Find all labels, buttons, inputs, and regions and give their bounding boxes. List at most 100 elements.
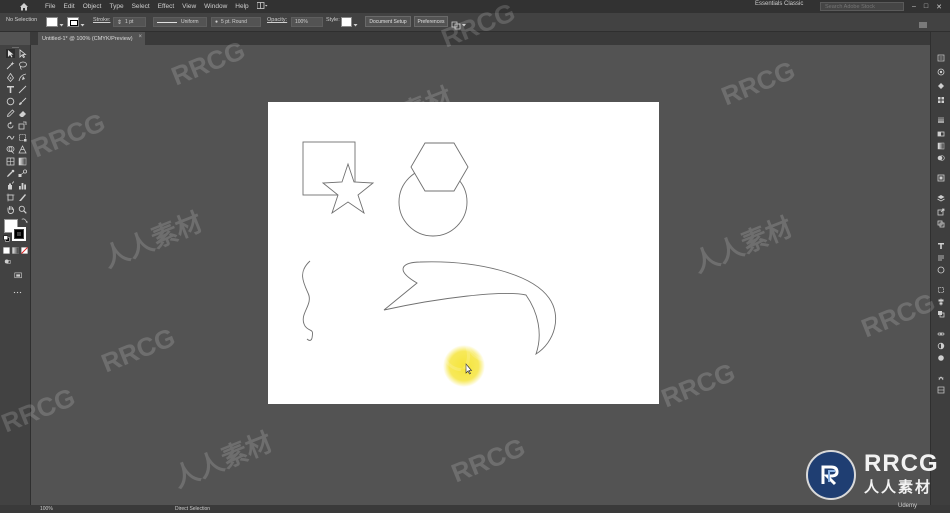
transform-panel-icon[interactable] bbox=[937, 286, 945, 294]
opacity-field[interactable]: 100% bbox=[291, 17, 323, 27]
panel-menu-icon[interactable] bbox=[918, 17, 928, 28]
document-setup-button[interactable]: Document Setup bbox=[365, 16, 411, 27]
stroke-weight-field[interactable]: ⇕ 1 pt bbox=[113, 17, 146, 27]
properties-panel-icon[interactable] bbox=[937, 54, 945, 62]
slice-tool-icon[interactable] bbox=[18, 193, 27, 202]
free-transform-tool-icon[interactable] bbox=[18, 133, 27, 142]
menu-select[interactable]: Select bbox=[132, 3, 150, 10]
color-guide-icon[interactable] bbox=[937, 82, 945, 90]
direct-selection-tool-icon[interactable] bbox=[18, 49, 27, 58]
blend-tool-icon[interactable] bbox=[18, 169, 27, 178]
variable-width-profile[interactable]: Uniform bbox=[153, 17, 207, 27]
menu-effect[interactable]: Effect bbox=[158, 3, 175, 10]
color-panel-icon[interactable] bbox=[937, 68, 945, 76]
line-segment-tool-icon[interactable] bbox=[18, 85, 27, 94]
draw-normal-icon[interactable] bbox=[4, 258, 11, 265]
menu-help[interactable]: Help bbox=[235, 3, 248, 10]
rrcg-logo-subtext: 人人素材 bbox=[864, 479, 933, 496]
swap-fill-stroke-icon[interactable] bbox=[21, 217, 28, 224]
edit-toolbar-icon[interactable] bbox=[11, 289, 23, 295]
ellipse-tool-icon[interactable] bbox=[6, 97, 15, 106]
current-tool-status[interactable]: Direct Selection bbox=[175, 505, 210, 513]
selection-tool-icon[interactable] bbox=[6, 49, 15, 58]
maximize-icon[interactable]: □ bbox=[924, 3, 928, 10]
graphic-styles-icon[interactable] bbox=[937, 354, 945, 362]
swatches-panel-icon[interactable] bbox=[937, 96, 945, 104]
menu-window[interactable]: Window bbox=[204, 3, 227, 10]
search-input[interactable] bbox=[821, 3, 895, 10]
style-dropdown-icon[interactable] bbox=[353, 17, 358, 27]
align-panel-icon[interactable] bbox=[937, 298, 945, 306]
appearance-panel-icon[interactable] bbox=[937, 174, 945, 182]
hexagon-shape[interactable] bbox=[410, 142, 469, 192]
scale-tool-icon[interactable] bbox=[18, 121, 27, 130]
paintbrush-tool-icon[interactable] bbox=[18, 97, 27, 106]
document-tab[interactable]: Untitled-1* @ 100% (CMYK/Preview) × bbox=[38, 32, 145, 45]
opacity-label[interactable]: Opacity: bbox=[267, 17, 287, 23]
menu-view[interactable]: View bbox=[182, 3, 196, 10]
links-panel-icon[interactable] bbox=[937, 330, 945, 338]
lasso-tool-icon[interactable] bbox=[18, 61, 27, 70]
cc-libraries-icon[interactable] bbox=[937, 386, 945, 394]
gradient-tool-icon[interactable] bbox=[18, 157, 27, 166]
minimize-icon[interactable]: – bbox=[912, 3, 916, 10]
menu-type[interactable]: Type bbox=[109, 3, 123, 10]
type-tool-icon[interactable] bbox=[6, 85, 15, 94]
gradient-panel-icon[interactable] bbox=[937, 142, 945, 150]
curvature-tool-icon[interactable] bbox=[18, 73, 27, 82]
home-icon[interactable] bbox=[15, 0, 32, 13]
artboard-tool-icon[interactable] bbox=[6, 193, 15, 202]
menu-edit[interactable]: Edit bbox=[63, 3, 74, 10]
watermark: RRCG bbox=[656, 356, 740, 414]
stepper-icon[interactable]: ⇕ bbox=[117, 19, 122, 26]
close-icon[interactable]: ✕ bbox=[936, 3, 942, 11]
hand-tool-icon[interactable] bbox=[6, 205, 15, 214]
color-mode-icon[interactable] bbox=[3, 247, 10, 254]
stroke-dropdown-icon[interactable] bbox=[80, 17, 85, 27]
shape-builder-tool-icon[interactable] bbox=[6, 145, 15, 154]
pen-tool-icon[interactable] bbox=[6, 73, 15, 82]
opentype-panel-icon[interactable] bbox=[937, 266, 945, 274]
zoom-level[interactable]: 100% bbox=[40, 505, 53, 513]
perspective-grid-tool-icon[interactable] bbox=[18, 145, 27, 154]
rotate-tool-icon[interactable] bbox=[6, 121, 15, 130]
brushes-panel-icon[interactable] bbox=[937, 116, 945, 124]
change-screen-mode-icon[interactable] bbox=[12, 271, 24, 280]
magic-wand-tool-icon[interactable] bbox=[6, 61, 15, 70]
none-mode-icon[interactable] bbox=[21, 247, 28, 254]
paragraph-panel-icon[interactable] bbox=[937, 254, 945, 262]
arrange-documents-icon[interactable] bbox=[256, 2, 268, 11]
fill-swatch[interactable] bbox=[46, 17, 58, 27]
asset-export-icon[interactable] bbox=[937, 208, 945, 216]
star-shape[interactable] bbox=[321, 162, 375, 215]
menu-object[interactable]: Object bbox=[83, 3, 102, 10]
default-fill-stroke-icon[interactable] bbox=[3, 235, 10, 242]
artboards-panel-icon[interactable] bbox=[937, 220, 945, 228]
menu-file[interactable]: File bbox=[45, 3, 55, 10]
close-tab-icon[interactable]: × bbox=[138, 34, 142, 40]
gradient-mode-icon[interactable] bbox=[12, 247, 19, 254]
stroke-panel-icon[interactable] bbox=[937, 130, 945, 138]
pencil-tool-icon[interactable] bbox=[6, 109, 15, 118]
zoom-tool-icon[interactable] bbox=[18, 205, 27, 214]
graphic-style-swatch[interactable] bbox=[341, 17, 352, 27]
warp-tool-icon[interactable] bbox=[6, 133, 15, 142]
eraser-tool-icon[interactable] bbox=[18, 109, 27, 118]
workspace-switcher[interactable]: Essentials Classic bbox=[755, 1, 803, 7]
brush-definition[interactable]: ● 5 pt. Round bbox=[211, 17, 261, 27]
symbol-sprayer-tool-icon[interactable] bbox=[6, 181, 15, 190]
stroke-swatch[interactable] bbox=[67, 17, 79, 27]
column-graph-tool-icon[interactable] bbox=[18, 181, 27, 190]
character-panel-icon[interactable] bbox=[937, 242, 945, 250]
stroke-label[interactable]: Stroke: bbox=[93, 17, 110, 23]
variable-width-value: Uniform bbox=[181, 19, 199, 25]
image-trace-icon[interactable] bbox=[937, 342, 945, 350]
status-bar: 100% Direct Selection bbox=[0, 505, 950, 513]
layers-panel-icon[interactable] bbox=[937, 194, 945, 202]
symbols-panel-icon[interactable] bbox=[937, 374, 945, 382]
fill-dropdown-icon[interactable] bbox=[59, 17, 64, 27]
mesh-tool-icon[interactable] bbox=[6, 157, 15, 166]
stroke-color-swatch[interactable] bbox=[12, 227, 26, 241]
eyedropper-tool-icon[interactable] bbox=[6, 169, 15, 178]
transparency-panel-icon[interactable] bbox=[937, 154, 945, 162]
